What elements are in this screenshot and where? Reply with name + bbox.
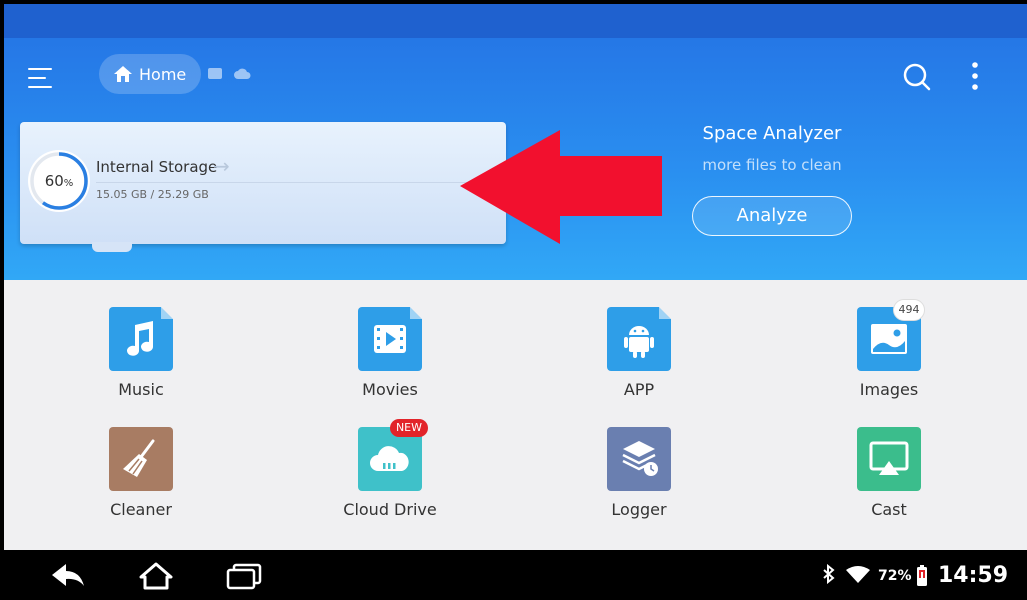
tile-movies[interactable]: Movies [315,307,465,399]
app-header: Home 60% Internal Storage → 15.05 GB / 2… [4,38,1027,280]
system-navigation-bar: 72% 14:59 [0,550,1027,600]
breadcrumb-home[interactable]: Home [99,54,201,94]
storage-name: Internal Storage [96,158,218,176]
image-icon: 494 [857,299,925,371]
menu-button[interactable] [24,62,58,96]
tile-label: Cleaner [110,500,172,519]
tile-label: Images [859,380,919,399]
tablet-icon[interactable] [207,67,223,80]
tile-app[interactable]: APP [564,307,714,399]
bluetooth-icon [823,564,835,584]
images-count-badge: 494 [893,299,925,321]
new-badge: NEW [389,419,428,437]
search-icon[interactable] [900,60,934,94]
cast-screen-icon [857,427,921,491]
tile-label: Movies [362,380,418,399]
storage-usage-gauge: 60% [28,150,90,212]
tile-logger[interactable]: Logger [564,427,714,519]
clock: 14:59 [938,563,1009,588]
tile-label: Cast [871,500,907,519]
home-nav-icon[interactable] [139,562,173,590]
space-analyzer-title: Space Analyzer [702,123,842,144]
category-grid: Music Movies APP 494 Images Cleaner NEW … [4,280,1027,550]
tile-music[interactable]: Music [66,307,216,399]
recent-apps-icon[interactable] [226,562,262,590]
device-frame: Home 60% Internal Storage → 15.05 GB / 2… [0,0,1027,600]
top-status-strip [4,4,1027,38]
menu-icon [28,68,52,70]
more-options-icon[interactable] [958,60,992,94]
tile-label: Logger [611,500,667,519]
red-annotation-arrow-icon [460,130,662,244]
cloud-drive-icon: NEW [358,419,428,491]
layers-clock-icon [607,427,671,491]
back-icon[interactable] [50,562,86,588]
space-analyzer-subtitle: more files to clean [702,156,842,174]
tile-label: Music [118,380,164,399]
storage-divider [96,182,492,183]
analyze-button[interactable]: Analyze [692,196,852,236]
cloud-icon[interactable] [233,67,251,80]
app-screen: Home 60% Internal Storage → 15.05 GB / 2… [4,4,1027,550]
broom-icon [109,427,173,491]
music-note-icon [109,307,173,371]
tile-cleaner[interactable]: Cleaner [66,427,216,519]
android-icon [607,307,671,371]
card-tab [92,242,132,252]
battery-percent: 72% [878,568,912,584]
tile-cast[interactable]: Cast [814,427,964,519]
storage-percent: 60% [44,172,74,190]
play-film-icon [358,307,422,371]
battery-icon [917,565,927,586]
tile-cloud-drive[interactable]: NEW Cloud Drive [315,419,465,519]
wifi-icon [846,566,870,583]
tile-label: APP [623,380,655,399]
tile-images[interactable]: 494 Images [814,299,964,399]
arrow-right-icon: → [213,154,230,178]
storage-size: 15.05 GB / 25.29 GB [96,188,209,201]
home-icon [114,66,132,82]
tile-label: Cloud Drive [343,500,437,519]
internal-storage-card[interactable]: 60% Internal Storage → 15.05 GB / 25.29 … [20,122,506,252]
home-label: Home [139,64,187,84]
